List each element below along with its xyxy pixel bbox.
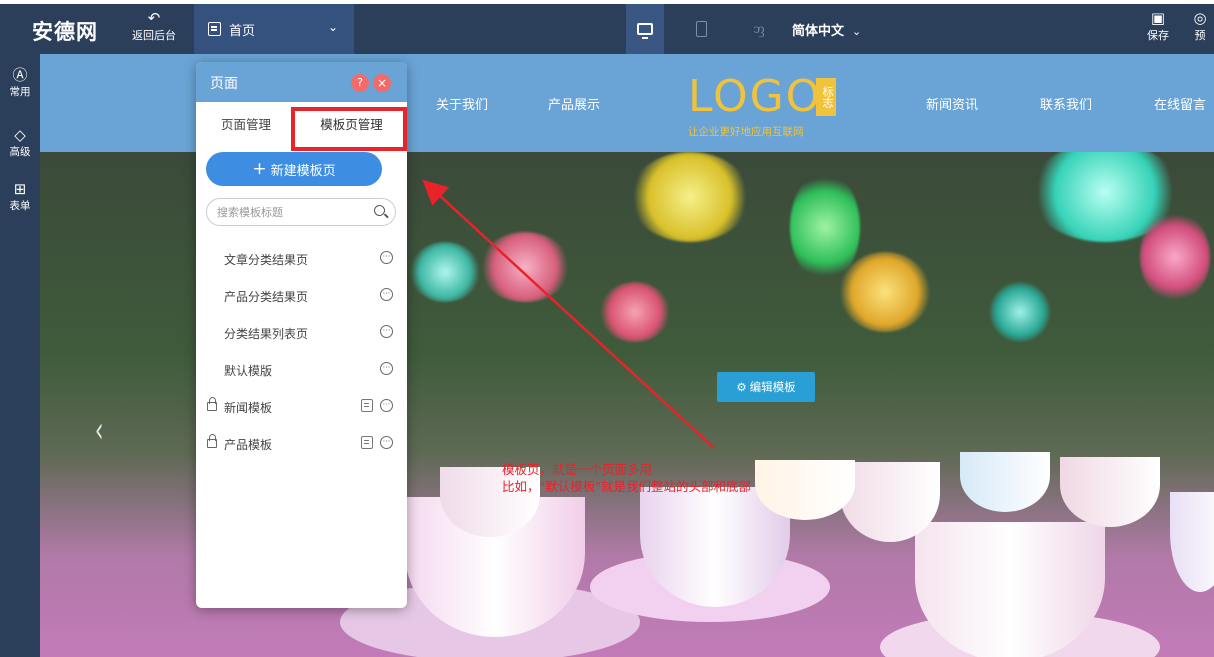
- template-name: 产品分类结果页: [224, 290, 309, 304]
- panel-header: 页面 ? ×: [196, 62, 407, 102]
- page-select-dropdown[interactable]: 首页 ⌄: [194, 4, 354, 54]
- copy-icon[interactable]: [361, 399, 373, 412]
- wechat-icon: ᦀ: [753, 20, 765, 37]
- undo-icon: ↶: [147, 9, 161, 27]
- more-icon[interactable]: ···: [380, 288, 393, 301]
- more-icon[interactable]: ···: [380, 399, 393, 412]
- back-to-admin-button[interactable]: ↶ 返回后台: [124, 9, 184, 45]
- site-slogan: 让企业更好地应用互联网: [688, 126, 804, 138]
- sidebar-item-label: 表单: [9, 200, 31, 212]
- nav-link-message[interactable]: 在线留言: [1154, 94, 1206, 113]
- template-name: 新闻模板: [224, 401, 273, 415]
- nav-link-news[interactable]: 新闻资讯: [926, 94, 978, 113]
- form-icon: ⊞: [13, 180, 27, 198]
- lantern-image: [480, 232, 570, 302]
- sidebar-item-advanced[interactable]: ◇ 高级: [0, 126, 40, 159]
- sidebar-item-form[interactable]: ⊞ 表单: [0, 180, 40, 213]
- teacup-image: [1060, 457, 1160, 527]
- help-button[interactable]: ?: [351, 74, 369, 92]
- template-name: 分类结果列表页: [224, 327, 309, 341]
- preview-button[interactable]: ◎ 预: [1180, 9, 1214, 45]
- sidebar-item-label: 常用: [9, 86, 31, 98]
- list-item[interactable]: 新闻模板 ···: [196, 388, 407, 425]
- teacup-image: [915, 522, 1105, 657]
- sidebar-item-label: 高级: [9, 146, 31, 158]
- wechat-view-button[interactable]: ᦀ: [740, 4, 778, 54]
- nav-link-about[interactable]: 关于我们: [436, 94, 488, 113]
- top-toolbar: 安德网 ↶ 返回后台 首页 ⌄ ᦀ 简体中文 ⌄ ▣ 保存 ◎ 预: [0, 4, 1214, 54]
- template-name: 默认模版: [224, 364, 273, 378]
- gem-icon: ◇: [14, 126, 26, 144]
- language-select[interactable]: 简体中文 ⌄: [792, 20, 861, 39]
- preview-label: 预: [1194, 29, 1206, 42]
- lantern-image: [1140, 212, 1210, 302]
- left-sidebar: Ⓐ 常用 ◇ 高级 ⊞ 表单: [0, 54, 40, 657]
- more-icon[interactable]: ···: [380, 251, 393, 264]
- list-item[interactable]: 分类结果列表页 ···: [196, 314, 407, 351]
- more-icon[interactable]: ···: [380, 436, 393, 449]
- sidebar-item-common[interactable]: Ⓐ 常用: [0, 66, 40, 99]
- list-item[interactable]: 产品分类结果页 ···: [196, 277, 407, 314]
- search-input[interactable]: [217, 204, 367, 220]
- template-name: 文章分类结果页: [224, 253, 309, 267]
- gear-icon: ⚙: [736, 380, 747, 394]
- edit-template-button[interactable]: ⚙ 编辑模板: [717, 372, 815, 402]
- page-icon: [208, 22, 221, 36]
- mobile-view-button[interactable]: [682, 4, 720, 54]
- lantern-image: [630, 152, 750, 242]
- teacup-image: [960, 452, 1050, 512]
- highlight-box: [291, 107, 407, 151]
- plus-icon: +: [252, 159, 267, 179]
- annotation-text: 比如，"默认模板"就是我们整站的头部和底部: [502, 479, 751, 494]
- list-item[interactable]: 文章分类结果页 ···: [196, 240, 407, 277]
- site-logo-text: LOGO: [688, 71, 823, 122]
- template-name: 产品模板: [224, 438, 273, 452]
- panel-title: 页面: [210, 76, 238, 92]
- more-icon[interactable]: ···: [380, 362, 393, 375]
- lantern-image: [840, 252, 930, 332]
- back-to-admin-label: 返回后台: [132, 29, 176, 42]
- close-button[interactable]: ×: [373, 74, 391, 92]
- lantern-image: [410, 242, 480, 302]
- chevron-down-icon: ⌄: [327, 20, 338, 34]
- nav-link-contact[interactable]: 联系我们: [1040, 94, 1092, 113]
- list-item[interactable]: 产品模板 ···: [196, 425, 407, 462]
- page-select-value: 首页: [229, 23, 256, 39]
- site-logo: LOGO 标志 让企业更好地应用互联网: [688, 72, 848, 142]
- chevron-down-icon: ⌄: [852, 25, 862, 38]
- mobile-icon: [695, 21, 707, 37]
- new-template-label: 新建模板页: [270, 163, 336, 179]
- lock-icon: [207, 397, 217, 411]
- copy-icon[interactable]: [361, 436, 373, 449]
- save-button[interactable]: ▣ 保存: [1128, 9, 1188, 45]
- edit-template-label: 编辑模板: [749, 380, 796, 394]
- desktop-view-button[interactable]: [626, 4, 664, 54]
- page-panel: 页面 ? × 页面管理 模板页管理 + 新建模板页 文章分类结果页 ··· 产品…: [196, 62, 407, 608]
- a-circle-icon: Ⓐ: [12, 66, 28, 84]
- search-icon[interactable]: [374, 205, 385, 216]
- tab-page-management[interactable]: 页面管理: [196, 102, 296, 144]
- lantern-image: [600, 282, 670, 342]
- eye-icon: ◎: [1193, 9, 1207, 27]
- template-search: [206, 198, 396, 226]
- save-icon: ▣: [1150, 9, 1166, 27]
- nav-link-products[interactable]: 产品展示: [548, 94, 600, 113]
- list-item[interactable]: 默认模版 ···: [196, 351, 407, 388]
- save-label: 保存: [1147, 29, 1169, 42]
- lantern-image: [990, 282, 1050, 342]
- teacup-image: [1170, 492, 1214, 592]
- desktop-icon: [637, 23, 653, 39]
- lock-icon: [207, 434, 217, 448]
- more-icon[interactable]: ···: [380, 325, 393, 338]
- site-logo-badge: 标志: [816, 78, 836, 116]
- new-template-button[interactable]: + 新建模板页: [206, 152, 382, 186]
- language-value: 简体中文: [792, 24, 845, 39]
- app-logo: 安德网: [32, 20, 98, 44]
- chevron-left-icon[interactable]: ‹: [95, 410, 104, 451]
- template-list: 文章分类结果页 ··· 产品分类结果页 ··· 分类结果列表页 ··· 默认模版…: [196, 240, 407, 462]
